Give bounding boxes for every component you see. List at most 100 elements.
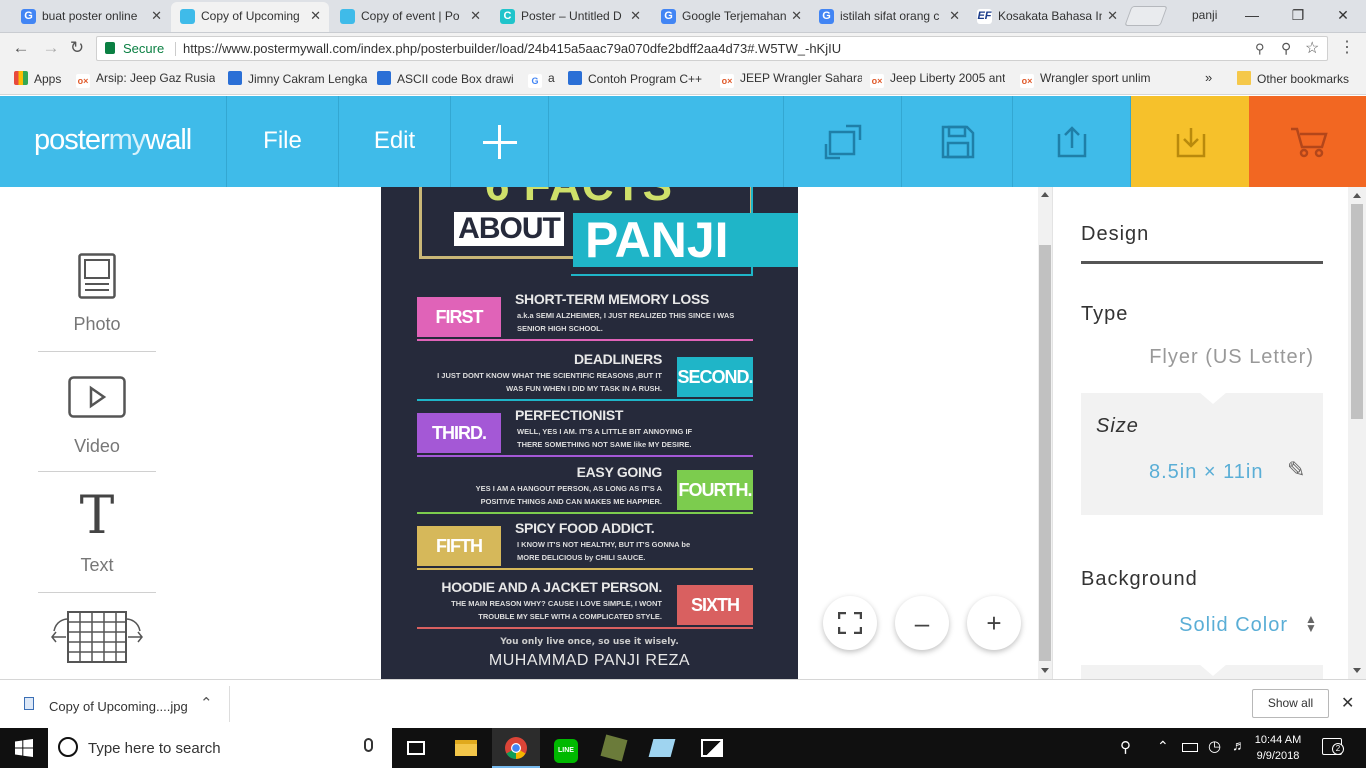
- notifications-icon[interactable]: 2: [1322, 738, 1344, 755]
- show-all-button[interactable]: Show all: [1252, 689, 1329, 718]
- bookmark-item[interactable]: Jimny Cakram Lengka: [228, 71, 367, 86]
- forward-icon[interactable]: →: [40, 37, 62, 59]
- close-tab-icon[interactable]: ✕: [310, 2, 321, 30]
- logo[interactable]: postermywall: [0, 96, 227, 187]
- add-button[interactable]: [451, 96, 549, 187]
- volume-icon[interactable]: ♬: [1232, 737, 1246, 753]
- battery-icon[interactable]: [1182, 743, 1198, 752]
- task-view-icon[interactable]: [392, 728, 440, 768]
- chevron-up-icon[interactable]: ⌃: [200, 694, 213, 712]
- pencil-icon[interactable]: ✎: [1287, 457, 1305, 483]
- scrollbar-thumb[interactable]: [1039, 245, 1051, 661]
- restore-icon[interactable]: ❐: [1275, 0, 1321, 30]
- close-tab-icon[interactable]: ✕: [949, 2, 960, 30]
- browser-tab[interactable]: Copy of Upcoming ✕: [171, 2, 329, 32]
- close-tab-icon[interactable]: ✕: [1107, 2, 1118, 30]
- browser-tab[interactable]: C Poster – Untitled D ✕: [491, 2, 649, 32]
- microphone-icon[interactable]: [364, 738, 373, 752]
- browser-tab[interactable]: EF Kosakata Bahasa In ✕: [968, 2, 1126, 32]
- video-tool[interactable]: Video: [38, 372, 156, 472]
- fact-description-line: THE MAIN REASON WHY? CAUSE I LOVE SIMPLE…: [451, 599, 662, 608]
- bookmark-item[interactable]: o× Jeep Liberty 2005 ant: [870, 71, 1005, 88]
- fact-description-line: YES I AM A HANGOUT PERSON, AS LONG AS IT…: [475, 484, 662, 493]
- file-explorer-icon[interactable]: [442, 728, 490, 768]
- wifi-icon[interactable]: ◷: [1208, 737, 1221, 755]
- table-tool[interactable]: [38, 607, 156, 667]
- bookmark-item[interactable]: o× Arsip: Jeep Gaz Rusia: [76, 71, 215, 88]
- windows-start-icon[interactable]: [0, 728, 48, 768]
- close-tab-icon[interactable]: ✕: [791, 2, 802, 30]
- share-button[interactable]: [1013, 96, 1131, 187]
- sort-icon[interactable]: ▲ ▼: [1305, 613, 1317, 634]
- zoom-in-button[interactable]: +: [967, 596, 1021, 650]
- browser-tab[interactable]: G Google Terjemahan ✕: [652, 2, 810, 32]
- star-icon[interactable]: ☆: [1305, 37, 1319, 60]
- secure-label: Secure: [123, 41, 165, 56]
- profile-name[interactable]: panji: [1192, 8, 1217, 22]
- chevron-up-icon[interactable]: ⌃: [1157, 738, 1169, 755]
- browser-tab[interactable]: Gbuat poster online ✕: [12, 2, 170, 32]
- file-menu[interactable]: File: [227, 96, 339, 187]
- download-button[interactable]: [1131, 96, 1249, 187]
- bookmark-item[interactable]: o× Wrangler sport unlim: [1020, 71, 1150, 88]
- taskbar-search[interactable]: Type here to search: [48, 728, 392, 768]
- line-icon[interactable]: LINE: [542, 728, 590, 768]
- scroll-up-icon[interactable]: [1353, 193, 1361, 198]
- back-icon[interactable]: ←: [10, 37, 32, 59]
- url-field[interactable]: Secure https://www.postermywall.com/inde…: [96, 36, 1328, 61]
- close-download-bar-icon[interactable]: ✕: [1341, 693, 1354, 713]
- key-icon[interactable]: ⚲: [1255, 37, 1265, 60]
- resize-button[interactable]: [784, 96, 902, 187]
- fullscreen-button[interactable]: [823, 596, 877, 650]
- type-value[interactable]: Flyer (US Letter): [1149, 346, 1314, 369]
- photos-icon[interactable]: [688, 728, 736, 768]
- panel-scrollbar[interactable]: [1348, 187, 1366, 679]
- fact-description-line: WAS FUN WHEN I DID MY TASK IN A RUSH.: [506, 384, 662, 393]
- scroll-down-icon[interactable]: [1041, 668, 1049, 673]
- browser-tab[interactable]: Copy of event | Po ✕: [331, 2, 489, 32]
- scroll-down-icon[interactable]: [1353, 668, 1361, 673]
- close-window-icon[interactable]: ✕: [1320, 0, 1366, 30]
- notes-icon[interactable]: [638, 728, 686, 768]
- reload-icon[interactable]: ↻: [66, 37, 88, 59]
- more-bookmarks-icon[interactable]: »: [1205, 70, 1212, 85]
- zoom-out-button[interactable]: –: [895, 596, 949, 650]
- save-button[interactable]: [902, 96, 1013, 187]
- browser-tab[interactable]: Gistilah sifat orang c ✕: [810, 2, 968, 32]
- cart-button[interactable]: [1249, 96, 1366, 187]
- background-value[interactable]: Solid Color: [1179, 614, 1288, 637]
- folder-glyph: [455, 740, 477, 756]
- fact-heading: SPICY FOOD ADDICT.: [515, 520, 655, 536]
- fact-description-line: a.k.a SEMI ALZHEIMER, I JUST REALIZED TH…: [517, 311, 735, 320]
- size-label: Size: [1096, 415, 1139, 437]
- bookmark-item[interactable]: o× JEEP Wrangler Sahara: [720, 71, 862, 88]
- bookmark-item[interactable]: Apps: [14, 71, 61, 86]
- poster-canvas[interactable]: 6 FACTS ABOUT PANJI FIRST SHORT-TERM MEMO…: [381, 187, 798, 679]
- bookmark-item[interactable]: Contoh Program C++: [568, 71, 702, 86]
- app-icon[interactable]: [590, 728, 638, 768]
- chrome-icon[interactable]: [492, 728, 540, 768]
- fact-tag: THIRD.: [417, 413, 501, 453]
- people-icon[interactable]: ⚲: [1120, 738, 1131, 756]
- download-item[interactable]: Copy of Upcoming....jpg ⌃: [12, 686, 230, 722]
- size-value[interactable]: 8.5in × 11in: [1149, 461, 1264, 484]
- other-bookmarks[interactable]: Other bookmarks: [1237, 71, 1349, 86]
- bookmark-item[interactable]: ASCII code Box drawi: [377, 71, 514, 86]
- menu-icon[interactable]: ⋮: [1336, 37, 1358, 59]
- scrollbar-thumb[interactable]: [1351, 204, 1363, 419]
- text-tool[interactable]: T Text: [38, 486, 156, 592]
- clock[interactable]: 10:44 AM 9/9/2018: [1250, 732, 1306, 764]
- scroll-up-icon[interactable]: [1041, 192, 1049, 197]
- edit-menu[interactable]: Edit: [339, 96, 451, 187]
- fact-heading: EASY GOING: [576, 464, 663, 480]
- close-tab-icon[interactable]: ✕: [630, 2, 641, 30]
- minimize-icon[interactable]: —: [1229, 0, 1275, 30]
- canvas-scrollbar[interactable]: [1038, 187, 1052, 679]
- close-tab-icon[interactable]: ✕: [470, 2, 481, 30]
- photo-tool[interactable]: Photo: [38, 247, 156, 352]
- zoom-icon[interactable]: ⚲: [1281, 37, 1291, 60]
- new-tab-button[interactable]: [1124, 6, 1168, 26]
- bookmark-item[interactable]: Ga: [528, 71, 555, 88]
- cart-icon: [1291, 127, 1328, 158]
- close-tab-icon[interactable]: ✕: [151, 2, 162, 30]
